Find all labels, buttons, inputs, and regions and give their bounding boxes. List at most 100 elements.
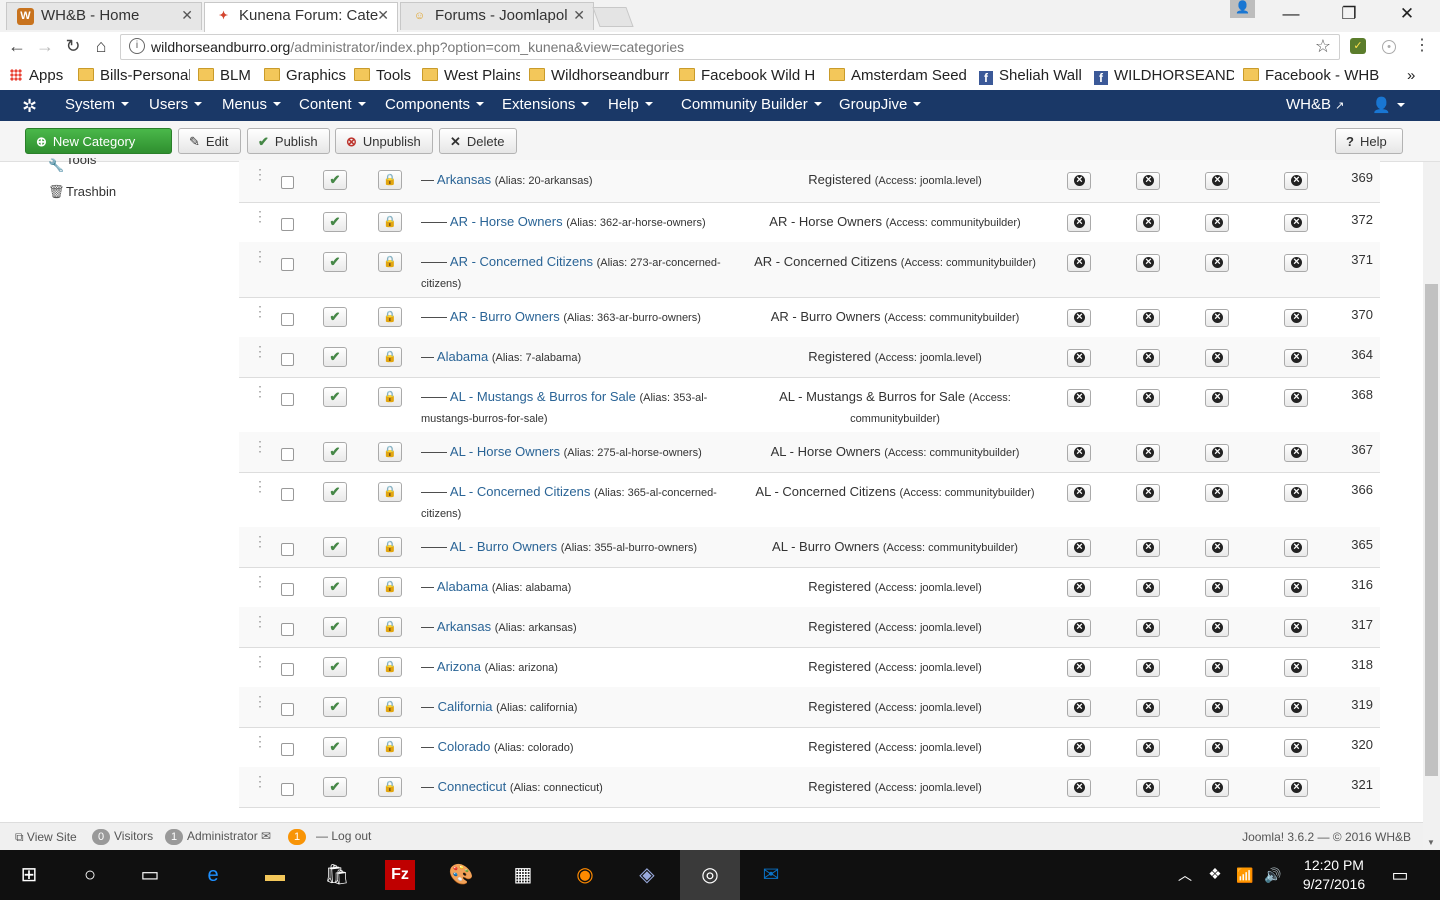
- toggle-off-button[interactable]: [1205, 172, 1229, 190]
- toggle-off-button[interactable]: [1136, 539, 1160, 557]
- menu-help[interactable]: Help: [608, 96, 653, 113]
- toggle-off-button[interactable]: [1205, 309, 1229, 327]
- drag-handle-icon[interactable]: ⋮: [253, 574, 267, 588]
- category-link[interactable]: AL - Concerned Citizens: [450, 484, 590, 499]
- toggle-off-button[interactable]: [1284, 699, 1308, 717]
- lock-icon[interactable]: 🔒: [378, 777, 402, 797]
- more-bookmarks-button[interactable]: »: [1407, 67, 1415, 84]
- lock-icon[interactable]: 🔒: [378, 737, 402, 757]
- toggle-off-button[interactable]: [1284, 739, 1308, 757]
- drag-handle-icon[interactable]: ⋮: [253, 249, 267, 263]
- category-link[interactable]: AL - Horse Owners: [450, 444, 560, 459]
- toggle-off-button[interactable]: [1284, 539, 1308, 557]
- lock-icon[interactable]: 🔒: [378, 307, 402, 327]
- row-checkbox[interactable]: [281, 218, 294, 231]
- windows-start-icon[interactable]: ⊞: [14, 860, 44, 890]
- drag-handle-icon[interactable]: ⋮: [253, 384, 267, 398]
- published-toggle[interactable]: ✔: [323, 697, 347, 717]
- close-tab-icon[interactable]: ✕: [181, 7, 193, 24]
- profile-icon[interactable]: 👤: [1230, 0, 1255, 18]
- toggle-off-button[interactable]: [1067, 444, 1091, 462]
- toggle-off-button[interactable]: [1067, 779, 1091, 797]
- system-clock[interactable]: 12:20 PM 9/27/2016: [1296, 856, 1372, 894]
- toggle-off-button[interactable]: [1205, 739, 1229, 757]
- view-site-link[interactable]: WH&B ↗: [1286, 96, 1344, 113]
- category-link[interactable]: AL - Burro Owners: [450, 539, 557, 554]
- outlook-icon[interactable]: ✉: [756, 860, 786, 890]
- joomla-logo-icon[interactable]: ✲: [22, 96, 37, 117]
- menu-community-builder[interactable]: Community Builder: [681, 96, 822, 113]
- lock-icon[interactable]: 🔒: [378, 170, 402, 190]
- toggle-off-button[interactable]: [1136, 349, 1160, 367]
- bookmark-facebook[interactable]: f WILDHORSEAND: [1094, 67, 1234, 85]
- lock-icon[interactable]: 🔒: [378, 537, 402, 557]
- minimize-icon[interactable]: —: [1268, 0, 1314, 30]
- bookmark-folder[interactable]: Facebook Wild H: [679, 67, 819, 84]
- drag-handle-icon[interactable]: ⋮: [253, 654, 267, 668]
- paint-icon[interactable]: 🎨: [446, 860, 476, 890]
- close-tab-icon[interactable]: ✕: [377, 7, 389, 24]
- bookmark-facebook[interactable]: f Sheliah Wall: [979, 67, 1087, 85]
- toggle-off-button[interactable]: [1136, 254, 1160, 272]
- sidebar-item-trashbin[interactable]: 🗑Trashbin: [48, 184, 116, 200]
- scroll-down-arrow-icon[interactable]: ▼: [1427, 838, 1435, 847]
- toggle-off-button[interactable]: [1067, 214, 1091, 232]
- category-link[interactable]: AR - Horse Owners: [450, 214, 563, 229]
- toggle-off-button[interactable]: [1136, 214, 1160, 232]
- dropbox-icon[interactable]: ❖: [1200, 860, 1230, 890]
- menu-groupjive[interactable]: GroupJive: [839, 96, 922, 113]
- published-toggle[interactable]: ✔: [323, 347, 347, 367]
- published-toggle[interactable]: ✔: [323, 170, 347, 190]
- menu-users[interactable]: Users: [149, 96, 203, 113]
- edit-button[interactable]: ✎ Edit: [178, 128, 241, 154]
- toggle-off-button[interactable]: [1284, 619, 1308, 637]
- category-link[interactable]: Arizona: [437, 659, 481, 674]
- toggle-off-button[interactable]: [1136, 484, 1160, 502]
- lock-icon[interactable]: 🔒: [378, 212, 402, 232]
- category-link[interactable]: AL - Mustangs & Burros for Sale: [450, 389, 636, 404]
- toggle-off-button[interactable]: [1067, 349, 1091, 367]
- cortana-icon[interactable]: ○: [75, 860, 105, 890]
- file-explorer-icon[interactable]: ▬: [260, 860, 290, 890]
- row-checkbox[interactable]: [281, 743, 294, 756]
- action-center-icon[interactable]: ▭: [1385, 860, 1415, 890]
- toggle-off-button[interactable]: [1205, 484, 1229, 502]
- toggle-off-button[interactable]: [1205, 699, 1229, 717]
- toggle-off-button[interactable]: [1205, 389, 1229, 407]
- bookmark-folder[interactable]: BLM: [198, 67, 254, 84]
- row-checkbox[interactable]: [281, 176, 294, 189]
- tab-wh-b-home[interactable]: W WH&B - Home ✕: [6, 2, 202, 30]
- published-toggle[interactable]: ✔: [323, 777, 347, 797]
- close-tab-icon[interactable]: ✕: [573, 7, 585, 24]
- toggle-off-button[interactable]: [1067, 699, 1091, 717]
- page-scrollbar[interactable]: ▼: [1423, 162, 1440, 850]
- published-toggle[interactable]: ✔: [323, 737, 347, 757]
- category-link[interactable]: Alabama: [437, 349, 488, 364]
- help-button[interactable]: ? Help: [1335, 128, 1403, 154]
- row-checkbox[interactable]: [281, 393, 294, 406]
- menu-content[interactable]: Content: [299, 96, 366, 113]
- menu-components[interactable]: Components: [385, 96, 485, 113]
- delete-button[interactable]: ✕ Delete: [439, 128, 517, 154]
- menu-icon[interactable]: ⋮: [1414, 38, 1430, 54]
- drag-handle-icon[interactable]: ⋮: [253, 614, 267, 628]
- row-checkbox[interactable]: [281, 258, 294, 271]
- toggle-off-button[interactable]: [1284, 579, 1308, 597]
- task-view-icon[interactable]: ▭: [135, 860, 165, 890]
- toggle-off-button[interactable]: [1284, 389, 1308, 407]
- toggle-off-button[interactable]: [1067, 739, 1091, 757]
- forward-icon[interactable]: →: [34, 36, 56, 57]
- messages-badge[interactable]: 1: [278, 829, 310, 845]
- row-checkbox[interactable]: [281, 703, 294, 716]
- toggle-off-button[interactable]: [1136, 619, 1160, 637]
- drag-handle-icon[interactable]: ⋮: [253, 439, 267, 453]
- toggle-off-button[interactable]: [1205, 214, 1229, 232]
- volume-icon[interactable]: 🔊: [1258, 860, 1288, 890]
- toggle-off-button[interactable]: [1205, 659, 1229, 677]
- tab-forums-joomlapolis[interactable]: ☺ Forums - Joomlapol ✕: [400, 2, 594, 30]
- toggle-off-button[interactable]: [1205, 349, 1229, 367]
- row-checkbox[interactable]: [281, 583, 294, 596]
- toggle-off-button[interactable]: [1067, 579, 1091, 597]
- published-toggle[interactable]: ✔: [323, 537, 347, 557]
- bookmark-folder[interactable]: Tools: [354, 67, 414, 84]
